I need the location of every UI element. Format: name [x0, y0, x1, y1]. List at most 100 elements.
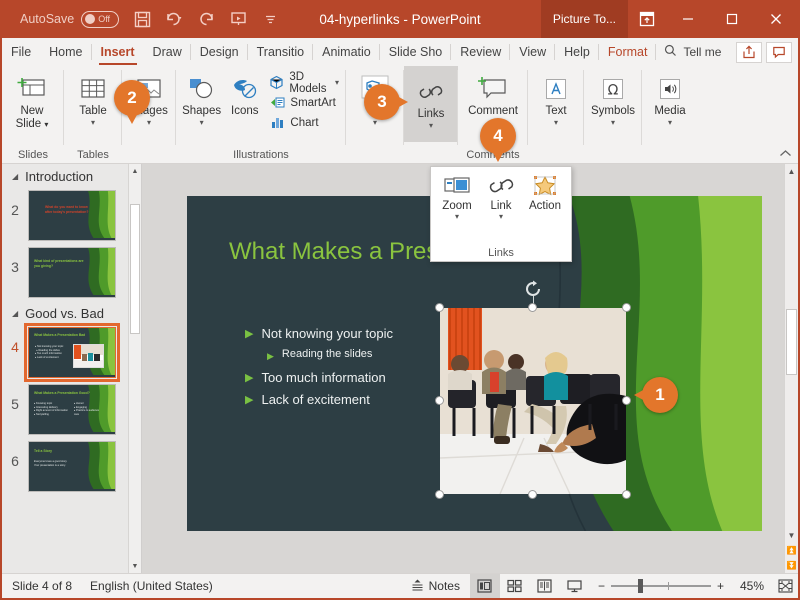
list-item[interactable]: 6 Tell a Story Everyone loves a good sto… — [2, 438, 141, 495]
table-caret[interactable]: ▾ — [91, 118, 95, 128]
thumb-slide-3[interactable]: What kind of presentations are you givin… — [28, 247, 116, 298]
tell-me-box[interactable]: Tell me — [656, 38, 729, 66]
close-button[interactable] — [754, 0, 798, 38]
tab-draw[interactable]: Draw — [144, 38, 191, 66]
rotate-handle-icon[interactable] — [524, 280, 542, 298]
save-icon[interactable] — [127, 6, 157, 32]
resize-handle-e[interactable] — [622, 396, 631, 405]
slide-counter[interactable]: Slide 4 of 8 — [12, 579, 72, 593]
resize-handle-nw[interactable] — [435, 303, 444, 312]
zoom-track[interactable] — [610, 579, 711, 593]
thumbnail-scroll-down-button[interactable]: ▼ — [129, 559, 141, 573]
tab-transitions[interactable]: Transitio — [248, 38, 314, 66]
selected-picture[interactable] — [435, 280, 631, 499]
section-good-vs-bad[interactable]: ◢ Good vs. Bad — [2, 301, 141, 324]
smartart-button[interactable]: SmartArt — [266, 93, 342, 112]
media-caret[interactable]: ▾ — [668, 118, 672, 128]
section-collapse-icon[interactable]: ◢ — [12, 309, 18, 318]
quick-access-more-icon[interactable] — [255, 6, 285, 32]
notes-button[interactable]: Notes — [401, 578, 470, 594]
normal-view-button[interactable] — [469, 574, 500, 598]
link-menu-item[interactable]: Link ▾ — [479, 172, 523, 221]
tab-slide-show[interactable]: Slide Sho — [380, 38, 452, 66]
resize-handle-n[interactable] — [528, 303, 537, 312]
maximize-button[interactable] — [710, 0, 754, 38]
zoom-in-button[interactable]: + — [717, 579, 724, 593]
thumbnail-scrollbar-thumb[interactable] — [130, 204, 140, 334]
tab-view[interactable]: View — [510, 38, 556, 66]
list-item[interactable]: 3 What kind of presentations are you giv… — [2, 244, 141, 301]
comments-icon[interactable] — [766, 41, 792, 63]
autosave-toggle[interactable]: Off — [81, 10, 120, 28]
images-caret[interactable]: ▾ — [147, 118, 151, 128]
next-slide-button[interactable]: ⏬ — [785, 558, 798, 573]
tab-help[interactable]: Help — [555, 38, 599, 66]
list-item[interactable]: 2 What do you want to know after today's… — [2, 187, 141, 244]
thumbnail-scroll-up-button[interactable]: ▲ — [129, 164, 141, 178]
resize-handle-s[interactable] — [528, 490, 537, 499]
zoom-out-button[interactable]: − — [598, 579, 605, 593]
tab-insert[interactable]: Insert — [92, 38, 144, 66]
tab-file[interactable]: File — [2, 38, 40, 66]
slide-scroll-down-button[interactable]: ▼ — [785, 528, 798, 543]
previous-slide-button[interactable]: ⏫ — [785, 543, 798, 558]
minimize-button[interactable] — [666, 0, 710, 38]
section-collapse-icon[interactable]: ◢ — [12, 172, 18, 181]
symbols-button[interactable]: Ω Symbols ▾ — [588, 70, 638, 128]
thumb-slide-5[interactable]: What Makes a Presentation Good? ▸ Knowin… — [28, 384, 116, 435]
tab-animations[interactable]: Animatio — [313, 38, 380, 66]
chart-button[interactable]: Chart — [266, 113, 342, 132]
text-caret[interactable]: ▾ — [554, 118, 558, 128]
thumbnail-scrollbar[interactable]: ▲ ▼ — [128, 164, 141, 573]
media-button[interactable]: Media ▾ — [646, 70, 694, 128]
resize-handle-w[interactable] — [435, 396, 444, 405]
language-indicator[interactable]: English (United States) — [90, 579, 213, 593]
text-button[interactable]: Text ▾ — [532, 70, 580, 128]
link-menu-caret[interactable]: ▾ — [499, 212, 503, 221]
list-item[interactable]: 5 What Makes a Presentation Good? ▸ Know… — [2, 381, 141, 438]
share-icon[interactable] — [736, 41, 762, 63]
links-caret[interactable]: ▾ — [429, 121, 433, 131]
thumb-slide-4[interactable]: What Makes a Presentation Bad ▸ Not know… — [24, 323, 120, 382]
zoom-menu-item[interactable]: Zoom ▾ — [435, 172, 479, 221]
zoom-menu-caret[interactable]: ▾ — [455, 212, 459, 221]
zoom-slider[interactable]: − + 45% — [590, 579, 772, 593]
ribbon-display-options-icon[interactable] — [628, 0, 666, 38]
3d-models-button[interactable]: 3D Models ▾ — [266, 71, 342, 95]
reading-view-button[interactable] — [530, 574, 560, 598]
comment-button[interactable]: Comment — [462, 70, 524, 118]
redo-icon[interactable] — [191, 6, 221, 32]
tab-design[interactable]: Design — [191, 38, 248, 66]
slide-show-view-button[interactable] — [560, 574, 590, 598]
icons-button[interactable]: Icons — [223, 70, 266, 118]
tab-review[interactable]: Review — [451, 38, 511, 66]
slide-scrollbar-thumb[interactable] — [786, 309, 797, 375]
list-item[interactable]: 4 What Makes a Presentation Bad ▸ Not kn… — [2, 323, 141, 382]
shapes-caret[interactable]: ▾ — [200, 118, 204, 128]
tab-home[interactable]: Home — [40, 38, 92, 66]
picture-tools-contextual-tab[interactable]: Picture To... — [540, 0, 628, 38]
links-button[interactable]: Links ▾ — [404, 66, 458, 142]
table-button[interactable]: Table ▾ — [68, 70, 118, 128]
slide-scrollbar[interactable]: ▲ ▼ ⏫ ⏬ — [784, 164, 798, 573]
picture-image[interactable] — [440, 308, 626, 494]
slide-scroll-up-button[interactable]: ▲ — [785, 164, 798, 179]
undo-icon[interactable] — [159, 6, 189, 32]
resize-handle-se[interactable] — [622, 490, 631, 499]
zoom-percent-label[interactable]: 45% — [730, 579, 764, 593]
symbols-caret[interactable]: ▾ — [611, 118, 615, 128]
fit-slide-to-window-icon[interactable] — [772, 579, 798, 593]
new-slide-button[interactable]: New Slide ▾ — [6, 70, 58, 131]
autosave-control[interactable]: AutoSave Off — [20, 10, 120, 28]
start-presentation-icon[interactable] — [223, 6, 253, 32]
collapse-ribbon-icon[interactable] — [779, 149, 792, 161]
zoom-knob[interactable] — [637, 579, 643, 593]
thumb-slide-2[interactable]: What do you want to know after today's p… — [28, 190, 116, 241]
section-introduction[interactable]: ◢ Introduction — [2, 164, 141, 187]
resize-handle-sw[interactable] — [435, 490, 444, 499]
slide-sorter-view-button[interactable] — [500, 574, 530, 598]
resize-handle-ne[interactable] — [622, 303, 631, 312]
slide-thumbnail-pane[interactable]: ◢ Introduction 2 What do you want to kno… — [2, 164, 142, 573]
shapes-button[interactable]: Shapes ▾ — [180, 70, 223, 128]
3d-models-caret[interactable]: ▾ — [335, 78, 339, 87]
